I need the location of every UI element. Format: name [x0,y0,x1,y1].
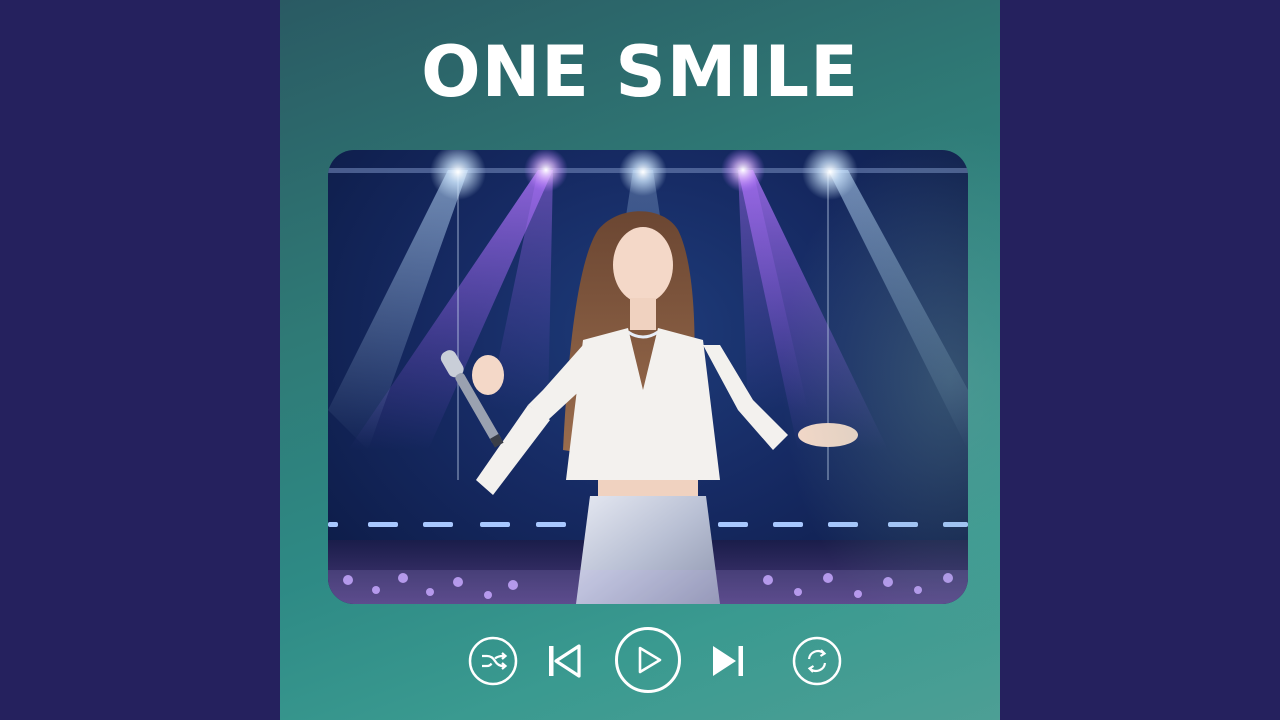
play-button[interactable] [614,626,682,694]
shuffle-icon [468,636,518,686]
play-icon [614,626,682,694]
video-frame: ONE SMILE [0,0,1280,720]
song-title: ONE SMILE [421,31,859,113]
next-button[interactable] [710,643,746,679]
skip-previous-icon [546,643,582,679]
repeat-icon [792,636,842,686]
shuffle-button[interactable] [468,636,518,686]
skip-next-icon [710,643,746,679]
previous-button[interactable] [546,643,582,679]
cover-artwork-image [328,150,968,604]
repeat-button[interactable] [792,636,842,686]
album-cover: ONE SMILE [280,0,1000,720]
player-controls [280,625,1000,695]
